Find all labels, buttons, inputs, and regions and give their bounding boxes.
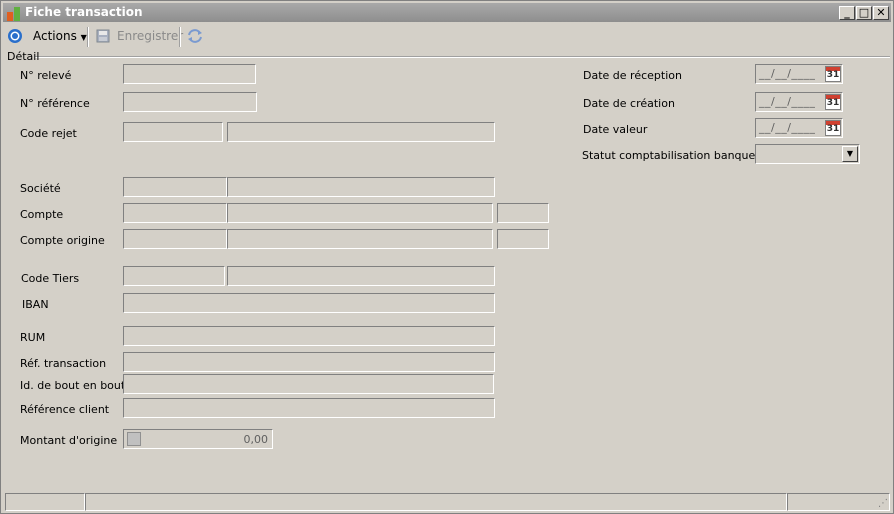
save-button[interactable]: Enregistrer — [96, 24, 183, 48]
toolbar-separator — [179, 27, 181, 47]
save-icon — [96, 29, 110, 43]
close-button[interactable]: ✕ — [873, 6, 889, 20]
calendar-icon[interactable]: 31 — [825, 120, 841, 136]
montant-origine-field[interactable]: 0,00 — [123, 429, 273, 449]
reference-field[interactable] — [123, 92, 257, 112]
ref-client-label: Référence client — [20, 403, 110, 416]
reference-label: N° référence — [20, 97, 90, 110]
compte-label: Compte — [20, 208, 64, 221]
code-rejet-label: Code rejet — [20, 127, 77, 140]
date-reception-label: Date de réception — [583, 69, 682, 82]
app-icon — [7, 7, 20, 21]
societe-field[interactable] — [123, 177, 227, 197]
date-creation-mask: __/__/____ — [759, 95, 816, 108]
compte-description-field[interactable] — [227, 203, 493, 223]
date-valeur-field[interactable]: __/__/____ 31 — [755, 118, 843, 138]
id-bout-label: Id. de bout en bout — [20, 379, 126, 392]
maximize-button[interactable]: □ — [856, 6, 872, 20]
date-creation-label: Date de création — [583, 97, 675, 110]
id-bout-field[interactable] — [123, 374, 494, 394]
resize-grip-icon[interactable]: ⋰ — [878, 498, 888, 509]
actions-label: Actions — [33, 29, 77, 43]
date-valeur-label: Date valeur — [583, 123, 648, 136]
section-divider — [35, 56, 890, 58]
ref-transaction-field[interactable] — [123, 352, 495, 372]
date-reception-field[interactable]: __/__/____ 31 — [755, 64, 843, 84]
compte-origine-description-field[interactable] — [227, 229, 493, 249]
ref-transaction-label: Réf. transaction — [20, 357, 107, 370]
date-valeur-mask: __/__/____ — [759, 121, 816, 134]
iban-label: IBAN — [22, 298, 49, 311]
section-title: Détail — [7, 50, 40, 63]
toolbar-separator — [87, 27, 89, 47]
calendar-icon[interactable]: 31 — [825, 94, 841, 110]
status-cell: ⋰ — [787, 493, 890, 511]
status-cell — [85, 493, 787, 511]
rum-field[interactable] — [123, 326, 495, 346]
code-tiers-description-field[interactable] — [227, 266, 495, 286]
ref-client-field[interactable] — [123, 398, 495, 418]
title-bar[interactable]: Fiche transaction _ □ ✕ — [3, 3, 891, 22]
statut-label: Statut comptabilisation banque — [582, 149, 756, 162]
montant-origine-value: 0,00 — [243, 433, 269, 446]
chevron-down-icon: ▼ — [80, 33, 87, 42]
code-rejet-field[interactable] — [123, 122, 223, 142]
iban-field[interactable] — [123, 293, 495, 313]
refresh-icon[interactable] — [187, 28, 203, 44]
code-tiers-label: Code Tiers — [21, 272, 80, 285]
date-creation-field[interactable]: __/__/____ 31 — [755, 92, 843, 112]
code-rejet-description-field[interactable] — [227, 122, 495, 142]
compte-field[interactable] — [123, 203, 227, 223]
statut-select[interactable]: ▼ — [755, 144, 860, 164]
societe-label: Société — [20, 182, 61, 195]
chevron-down-icon[interactable]: ▼ — [842, 146, 858, 162]
toolbar: Actions ▼ Enregistrer — [3, 24, 891, 50]
calendar-icon[interactable]: 31 — [825, 66, 841, 82]
compte-origine-extra-field[interactable] — [497, 229, 549, 249]
minimize-button[interactable]: _ — [839, 6, 855, 20]
releve-label: N° relevé — [20, 69, 72, 82]
actions-menu-button[interactable]: Actions ▼ — [33, 24, 87, 48]
compte-extra-field[interactable] — [497, 203, 549, 223]
montant-origine-label: Montant d'origine — [20, 434, 118, 447]
societe-description-field[interactable] — [227, 177, 495, 197]
window-title: Fiche transaction — [25, 5, 143, 19]
status-bar: ⋰ — [5, 493, 890, 511]
compte-origine-label: Compte origine — [20, 234, 105, 247]
currency-button[interactable] — [127, 432, 141, 446]
navigation-circle-icon[interactable] — [7, 28, 23, 44]
code-tiers-field[interactable] — [123, 266, 225, 286]
status-cell — [5, 493, 85, 511]
transaction-window: Fiche transaction _ □ ✕ Actions ▼ Enregi… — [0, 0, 894, 514]
save-label: Enregistrer — [117, 29, 184, 43]
compte-origine-field[interactable] — [123, 229, 227, 249]
releve-field[interactable] — [123, 64, 256, 84]
date-reception-mask: __/__/____ — [759, 67, 816, 80]
rum-label: RUM — [20, 331, 46, 344]
